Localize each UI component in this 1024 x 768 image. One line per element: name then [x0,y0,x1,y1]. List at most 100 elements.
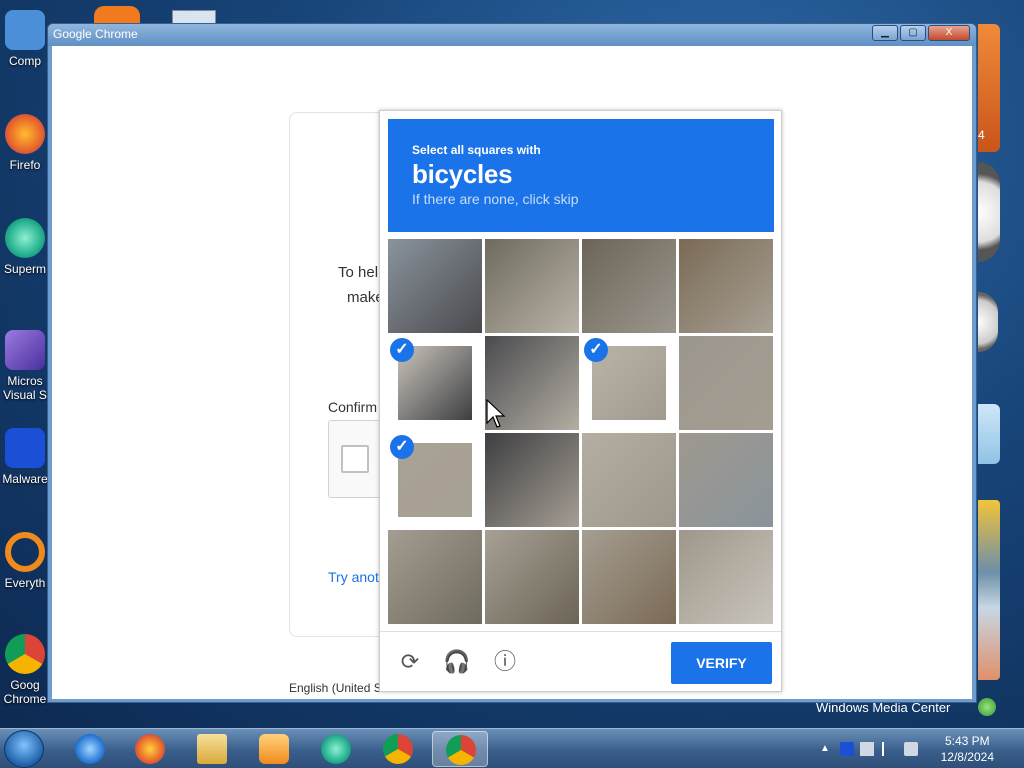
captcha-tile[interactable] [485,530,579,624]
show-hidden-icons-icon[interactable]: ▲ [820,742,834,756]
everything-icon [5,532,45,572]
captcha-hint: If there are none, click skip [412,191,579,207]
captcha-tile-image [582,433,676,527]
captcha-tile[interactable] [582,433,676,527]
visual-studio-icon [5,330,45,370]
chrome-icon [446,735,476,765]
desktop-icon-firefox[interactable]: Firefo [0,114,50,172]
slideshow-gadget[interactable] [978,500,1000,680]
window-titlebar[interactable]: Google Chrome ▁ ▢ X [48,24,976,46]
desktop-icon-supermium[interactable]: Superm [0,218,50,276]
supermium-icon [321,734,351,764]
malwarebytes-icon [5,428,45,468]
desktop-icon-label: Malware [2,472,48,486]
verify-button[interactable]: VERIFY [671,642,772,684]
partial-app-icon[interactable] [94,6,140,24]
captcha-tile[interactable] [679,239,773,333]
clock-time: 5:43 PM [944,734,990,748]
chrome-icon [5,634,45,674]
malwarebytes-icon[interactable] [840,742,854,756]
taskbar-explorer[interactable] [184,731,240,767]
clock[interactable]: 5:43 PM 12/8/2024 [941,733,994,765]
captcha-tile-image [485,433,579,527]
captcha-tile-image [582,530,676,624]
meter-gadget[interactable] [978,292,998,352]
desktop-icon-computer[interactable]: Comp [0,10,50,68]
desktop-icon-label: Micros Visual S [3,374,47,402]
media-center-icon [978,698,996,716]
desktop-icon-label: Firefo [9,158,41,172]
taskbar: ▲ 5:43 PM 12/8/2024 [0,728,1024,768]
taskbar-chrome-active[interactable] [432,731,488,767]
desktop-icon-label: Everyth [4,576,46,590]
captcha-tile[interactable] [582,239,676,333]
taskbar-chrome[interactable] [370,731,426,767]
maximize-button[interactable]: ▢ [900,25,926,41]
captcha-tile[interactable]: ✓ [388,336,482,430]
desktop-icon-label: Superm [3,262,47,276]
recaptcha-checkbox[interactable] [341,445,369,473]
captcha-tile-image [582,239,676,333]
desktop-icon-label: Comp [8,54,41,68]
desktop-icon-malwarebytes[interactable]: Malware [0,428,50,486]
captcha-tile[interactable] [388,239,482,333]
captcha-target: bicycles [412,159,513,189]
clock-gadget[interactable] [978,162,1000,262]
supermium-icon [5,218,45,258]
checkmark-icon: ✓ [390,338,414,362]
clock-date: 12/8/2024 [940,750,994,764]
reload-icon[interactable]: ⟳ [396,648,424,676]
network-icon[interactable] [860,742,874,756]
captcha-tile-image [388,530,482,624]
language-selector[interactable]: English (United S [289,681,382,695]
computer-icon [5,10,45,50]
calendar-gadget[interactable]: 4 [978,24,1000,152]
captcha-tile-image [485,530,579,624]
captcha-tile-image [679,239,773,333]
captcha-tile[interactable] [582,530,676,624]
checkmark-icon: ✓ [390,435,414,459]
captcha-tile-image [388,239,482,333]
taskbar-ie[interactable] [62,731,118,767]
action-center-flag-icon[interactable] [882,742,896,756]
audio-icon[interactable]: 🎧 [443,648,471,676]
info-icon[interactable]: ⓘ [491,648,519,676]
captcha-tile[interactable] [679,336,773,430]
desktop-icon-label: Goog Chrome [3,678,47,706]
taskbar-firefox[interactable] [122,731,178,767]
media-player-icon [259,734,289,764]
folder-icon [197,734,227,764]
desktop-icon-visual-studio[interactable]: Micros Visual S [0,330,50,402]
checkmark-icon: ✓ [584,338,608,362]
volume-muted-icon[interactable] [904,742,918,756]
start-button[interactable] [4,730,44,768]
weather-gadget[interactable] [978,404,1000,464]
close-button[interactable]: X [928,25,970,41]
captcha-challenge: Select all squares with bicycles If ther… [379,110,782,692]
calendar-day: 4 [978,128,985,142]
captcha-tile[interactable]: ✓ [582,336,676,430]
captcha-footer: ⟳ 🎧 ⓘ VERIFY [380,631,781,691]
captcha-tile-image [679,433,773,527]
captcha-tile-image [485,239,579,333]
desktop-icon-chrome[interactable]: Goog Chrome [0,634,50,706]
captcha-grid: ✓ ✓ ✓ [388,239,774,625]
page-text-line1: To hel [338,264,379,281]
captcha-instruction: Select all squares with [412,143,541,157]
window-title: Google Chrome [53,27,138,41]
captcha-tile[interactable] [679,433,773,527]
captcha-tile[interactable] [485,239,579,333]
taskbar-supermium[interactable] [308,731,364,767]
desktop-icon-everything[interactable]: Everyth [0,532,50,590]
taskbar-media-player[interactable] [246,731,302,767]
try-another-link[interactable]: Try anot [328,569,379,585]
internet-explorer-icon [75,734,105,764]
system-tray: ▲ 5:43 PM 12/8/2024 [814,729,1024,768]
captcha-tile[interactable] [388,530,482,624]
captcha-tile[interactable]: ✓ [388,433,482,527]
captcha-tile[interactable] [679,530,773,624]
minimize-button[interactable]: ▁ [872,25,898,41]
captcha-tile[interactable] [485,433,579,527]
partial-app-icon[interactable] [172,10,216,24]
mouse-cursor-icon [486,399,506,428]
